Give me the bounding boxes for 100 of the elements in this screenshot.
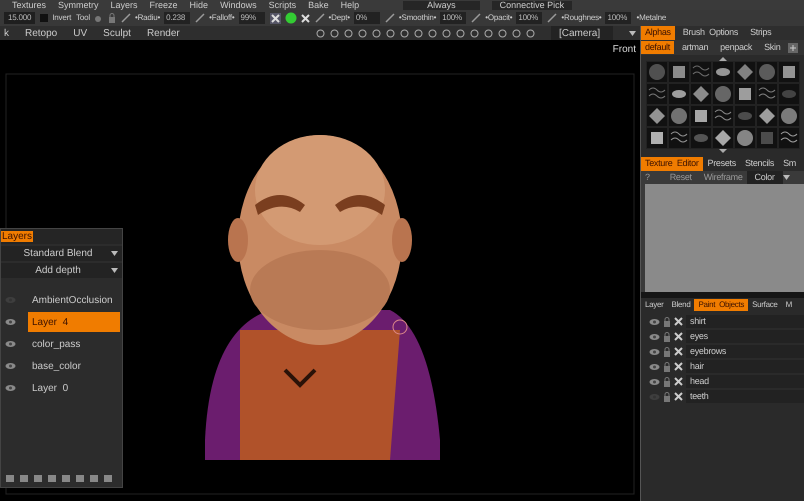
eye-icon[interactable] [5,340,16,348]
brush-alpha-icon[interactable] [646,84,666,104]
close-icon[interactable] [674,362,683,371]
brush-alpha-icon[interactable] [734,62,754,82]
camera-dropdown[interactable]: [Camera] [551,26,613,40]
object-item[interactable]: eyes [686,330,804,343]
menu-item[interactable]: Windows [220,0,257,10]
checkbox[interactable] [40,14,48,22]
layer-item[interactable]: base_color [28,356,120,376]
room-tab[interactable]: k [4,26,9,40]
menu-item[interactable]: Bake [308,0,329,10]
panel-tab[interactable]: Texture Editor [641,157,703,171]
depth-dropdown[interactable]: Add depth [1,263,122,278]
brush-alpha-icon[interactable] [778,128,798,148]
alpha-set-tab[interactable]: penpack [716,40,756,54]
room-tab[interactable]: Retopo [25,26,58,40]
eye-icon[interactable] [649,378,660,386]
brush-alpha-icon[interactable] [756,84,776,104]
eye-icon[interactable] [649,348,660,356]
reset-button[interactable]: Reset [662,170,700,184]
menu-item[interactable]: Scripts [268,0,296,10]
room-tab[interactable]: Sculpt [103,26,131,40]
parameter-label: •Smoothin• [398,12,436,24]
menu-item[interactable]: Freeze [150,0,178,10]
blend-dropdown[interactable]: Standard Blend [1,246,122,261]
brush-alpha-icon[interactable] [646,128,666,148]
panel-tab[interactable]: Stencils [740,157,778,171]
panel-tab[interactable]: Strips [746,26,776,40]
close-icon[interactable] [674,377,683,386]
close-icon[interactable] [674,317,683,326]
parameter-field[interactable]: 99% [238,12,265,24]
layer-item[interactable]: color_pass [28,334,120,354]
eye-icon[interactable] [649,362,660,370]
wireframe-button[interactable]: Wireframe [700,170,747,184]
menu-item[interactable]: Help [340,0,360,10]
menu-item[interactable]: Symmetry [58,0,99,10]
brush-alpha-icon[interactable] [712,106,732,126]
close-icon[interactable] [674,347,683,356]
object-item[interactable]: head [686,375,804,388]
menu-item[interactable]: Textures [12,0,46,10]
eye-icon[interactable] [649,332,660,340]
alpha-set-tab[interactable]: default [641,40,674,54]
brush-alpha-icon[interactable] [668,106,688,126]
eye-icon[interactable] [5,384,16,392]
brush-alpha-icon[interactable] [778,62,798,82]
brush-alpha-icon[interactable] [712,62,732,82]
brush-alpha-icon[interactable] [668,62,688,82]
brush-alpha-icon[interactable] [756,106,776,126]
close-icon[interactable] [270,14,280,22]
brush-alpha-icon[interactable] [734,128,754,148]
brush-alpha-icon[interactable] [712,128,732,148]
parameter-field[interactable]: 0.238 [164,12,190,24]
close-icon[interactable] [674,392,683,401]
close-icon[interactable] [300,14,310,22]
panel-tab[interactable]: Surface [748,299,782,311]
eye-icon[interactable] [649,318,660,326]
room-tab[interactable]: Render [146,26,180,40]
mode-dropdown[interactable]: Color [746,170,783,184]
parameter-field[interactable]: 100% [516,12,542,24]
object-item[interactable]: shirt [686,315,804,328]
layer-item[interactable]: Layer 0 [28,378,120,398]
brush-alpha-icon[interactable] [668,128,688,148]
object-item[interactable]: eyebrows [686,345,804,358]
dropdown[interactable]: Always [403,0,480,10]
menu-item[interactable]: Hide [190,0,208,10]
room-tab[interactable]: UV [73,26,88,40]
add-icon[interactable] [788,42,798,52]
alpha-set-tab[interactable]: artman [678,40,712,54]
parameter-field[interactable]: 0% [354,12,380,24]
size-field[interactable]: 15.000 [4,12,36,24]
brush-alpha-icon[interactable] [690,106,710,126]
panel-tab[interactable]: M [782,299,796,311]
close-icon[interactable] [674,332,683,341]
panel-tab[interactable]: Presets [704,157,740,171]
dropdown[interactable]: Connective Pick [492,0,572,10]
object-item[interactable]: teeth [686,390,804,403]
object-item[interactable]: hair [686,360,804,373]
panel-tab[interactable]: Layer [641,299,668,311]
alpha-set-tab[interactable]: Skin [760,40,784,54]
parameter-field[interactable]: 100% [440,12,466,24]
brush-alpha-icon[interactable] [778,106,798,126]
layer-item[interactable]: AmbientOcclusion [28,290,120,310]
eye-icon[interactable] [5,318,16,326]
brush-alpha-icon[interactable] [690,84,710,104]
panel-tab[interactable]: Paint Objects [694,299,748,311]
sphere-icon[interactable] [284,12,297,24]
panel-tab[interactable]: Sm [779,157,800,171]
panel-tab[interactable]: Blend [668,299,694,311]
panel-tab[interactable]: Layers [1,231,34,242]
help-button[interactable]: ? [641,170,654,184]
panel-tab[interactable]: Brush Options [678,26,742,40]
brush-alpha-icon[interactable] [646,106,666,126]
layer-item[interactable]: Layer 4 [28,312,120,332]
parameter-field[interactable]: 100% [605,12,632,24]
brush-alpha-icon[interactable] [668,84,688,104]
panel-tab[interactable]: Alphas [641,26,675,40]
pen-icon [471,13,482,23]
menu-item[interactable]: Layers [110,0,138,10]
eye-icon[interactable] [5,362,16,370]
brush-alpha-icon[interactable] [734,84,754,104]
